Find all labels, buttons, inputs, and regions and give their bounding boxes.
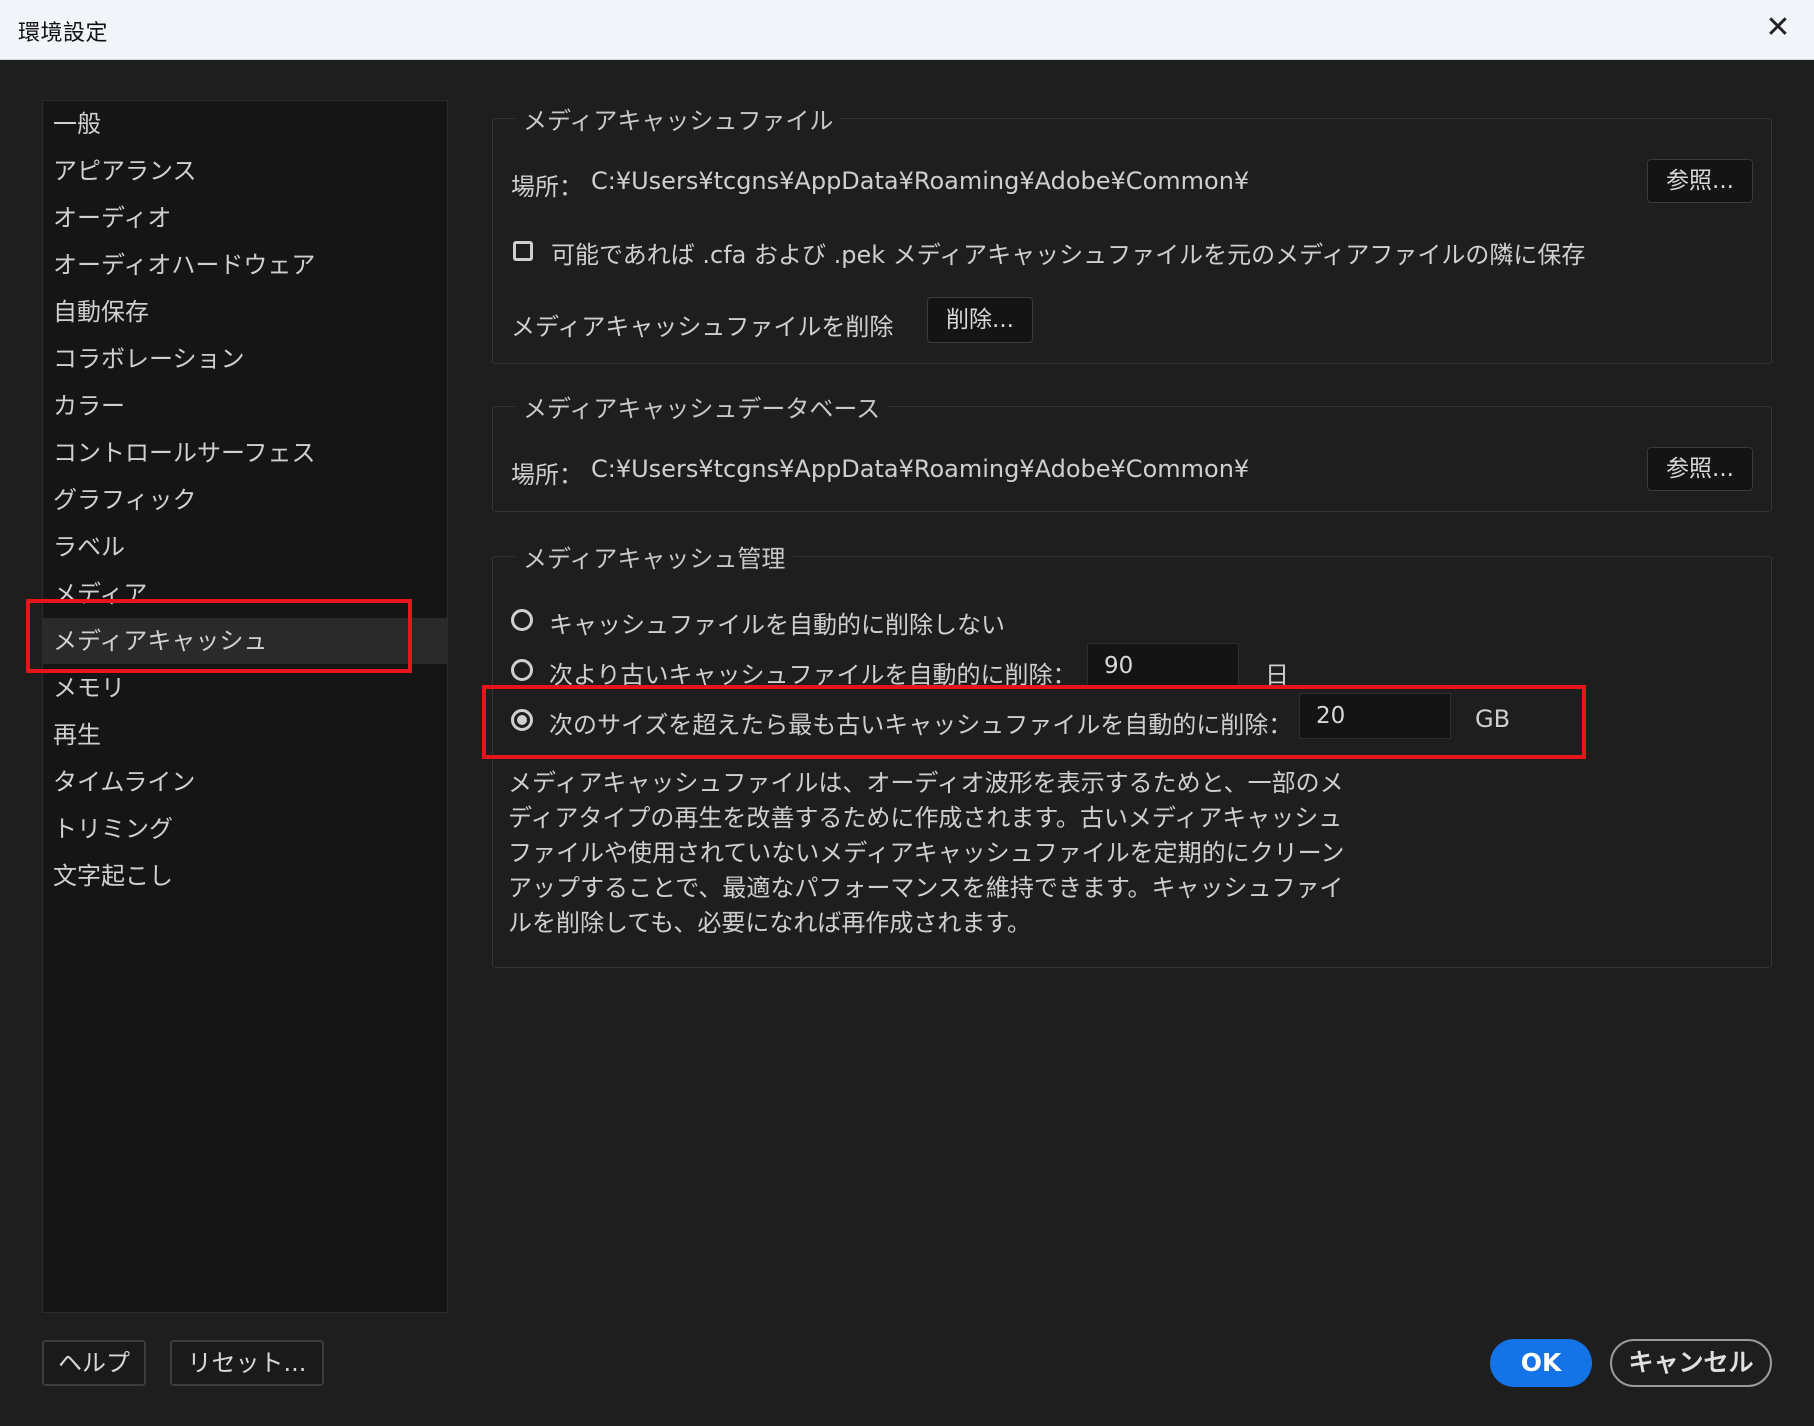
sidebar-item-control-surface[interactable]: コントロールサーフェス (43, 430, 447, 476)
sidebar-item-trimming[interactable]: トリミング (43, 806, 447, 852)
reset-button[interactable]: リセット... (170, 1340, 324, 1386)
cache-description: メディアキャッシュファイルは、オーディオ波形を表示するためと、一部のメディアタイ… (508, 769, 1345, 937)
title-bar: 環境設定 ✕ (0, 0, 1814, 60)
radio-never-delete-label: キャッシュファイルを自動的に削除しない (549, 611, 1005, 639)
sidebar-item-transcription[interactable]: 文字起こし (43, 853, 447, 899)
cache-db-browse-button[interactable]: 参照... (1647, 447, 1753, 491)
media-cache-database-legend: メディアキャッシュデータベース (515, 389, 889, 424)
sidebar-item-auto-save[interactable]: 自動保存 (43, 289, 447, 335)
sidebar-item-media[interactable]: メディア (43, 571, 447, 617)
window-title: 環境設定 (18, 21, 109, 46)
size-limit-unit: GB (1475, 705, 1511, 733)
radio-delete-older[interactable] (511, 659, 533, 681)
media-cache-files-group: メディアキャッシュファイル 場所： C:¥Users¥tcgns¥AppData… (492, 101, 1772, 364)
radio-delete-size[interactable] (511, 709, 533, 731)
sidebar-item-audio[interactable]: オーディオ (43, 195, 447, 241)
save-next-to-original-checkbox[interactable] (513, 241, 533, 261)
sidebar-item-audio-hardware[interactable]: オーディオハードウェア (43, 242, 447, 288)
help-button[interactable]: ヘルプ (42, 1340, 146, 1386)
cache-files-location-path: C:¥Users¥tcgns¥AppData¥Roaming¥Adobe¥Com… (591, 167, 1250, 195)
sidebar: 一般 アピアランス オーディオ オーディオハードウェア 自動保存 コラボレーショ… (42, 100, 448, 1313)
radio-delete-older-label: 次より古いキャッシュファイルを自動的に削除： (549, 661, 1077, 689)
radio-delete-size-label: 次のサイズを超えたら最も古いキャッシュファイルを自動的に削除： (549, 711, 1293, 739)
sidebar-item-memory[interactable]: メモリ (43, 665, 447, 711)
delete-cache-files-button[interactable]: 削除... (927, 297, 1033, 343)
close-icon[interactable]: ✕ (1760, 10, 1796, 46)
cache-db-location-path: C:¥Users¥tcgns¥AppData¥Roaming¥Adobe¥Com… (591, 455, 1250, 483)
sidebar-item-playback[interactable]: 再生 (43, 712, 447, 758)
media-cache-files-legend: メディアキャッシュファイル (515, 101, 842, 136)
size-limit-input[interactable]: 20 (1299, 693, 1451, 739)
sidebar-item-media-cache[interactable]: メディアキャッシュ (43, 618, 447, 664)
cancel-button[interactable]: キャンセル (1610, 1339, 1772, 1387)
sidebar-item-general[interactable]: 一般 (43, 101, 447, 147)
older-days-input[interactable]: 90 (1087, 643, 1239, 689)
save-next-to-original-label: 可能であれば .cfa および .pek メディアキャッシュファイルを元のメディ… (551, 241, 1586, 269)
delete-cache-files-label: メディアキャッシュファイルを削除 (511, 313, 894, 341)
older-days-unit: 日 (1265, 661, 1289, 689)
cache-files-browse-button[interactable]: 参照... (1647, 159, 1753, 203)
sidebar-item-appearance[interactable]: アピアランス (43, 148, 447, 194)
media-cache-management-legend: メディアキャッシュ管理 (515, 539, 794, 574)
sidebar-item-collaboration[interactable]: コラボレーション (43, 336, 447, 382)
sidebar-item-graphics[interactable]: グラフィック (43, 477, 447, 523)
ok-button[interactable]: OK (1490, 1339, 1592, 1387)
media-cache-database-group: メディアキャッシュデータベース 場所： C:¥Users¥tcgns¥AppDa… (492, 389, 1772, 512)
cache-db-location-label: 場所： (511, 461, 583, 489)
sidebar-item-labels[interactable]: ラベル (43, 524, 447, 570)
cache-files-location-label: 場所： (511, 173, 583, 201)
sidebar-item-color[interactable]: カラー (43, 383, 447, 429)
sidebar-item-timeline[interactable]: タイムライン (43, 759, 447, 805)
radio-never-delete[interactable] (511, 609, 533, 631)
